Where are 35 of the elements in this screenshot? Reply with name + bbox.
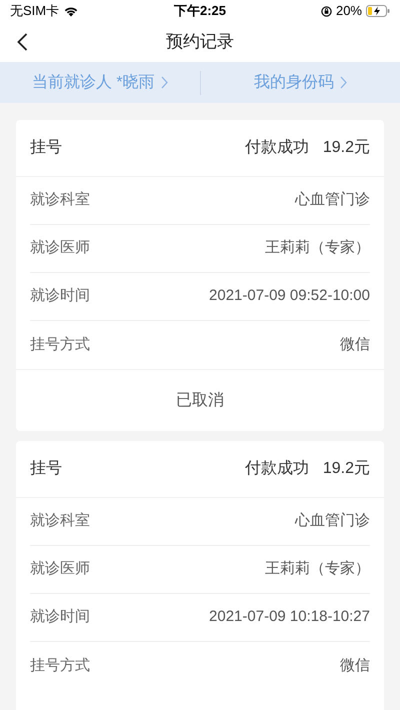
field-value: 心血管门诊: [295, 511, 370, 532]
field-label: 就诊科室: [30, 511, 90, 532]
field-label: 就诊时间: [30, 286, 90, 306]
field-label: 就诊科室: [30, 190, 90, 210]
battery-percent: 20%: [336, 2, 362, 20]
orientation-lock-icon: [320, 6, 332, 16]
field-label: 就诊时间: [30, 607, 90, 628]
field-label: 就诊医师: [30, 559, 90, 580]
field-value: 王莉莉（专家）: [265, 559, 370, 580]
wifi-icon: [63, 5, 80, 17]
battery-charging-icon: [366, 5, 390, 17]
payment-status: 付款成功: [244, 138, 309, 158]
field-label: 挂号方式: [30, 334, 90, 355]
field-value: 2021-07-09 10:18-10:27: [209, 607, 370, 628]
chevron-right-icon: [340, 76, 347, 89]
tab-link[interactable]: 当前就诊人 *晓雨: [0, 62, 200, 103]
amount-text: 19.2元: [322, 138, 370, 158]
field-label: 就诊医师: [30, 238, 90, 258]
field-value: 微信: [340, 656, 370, 676]
carrier-text: 无SIM卡: [10, 2, 60, 20]
chevron-right-icon: [160, 76, 168, 89]
field-value: 微信: [340, 334, 370, 355]
back-icon: [16, 33, 28, 51]
field-value: 心血管门诊: [295, 190, 370, 210]
record-type: 挂号: [30, 138, 62, 158]
field-value: 2021-07-09 09:52-10:00: [209, 286, 370, 306]
field-value: 王莉莉（专家）: [265, 238, 370, 258]
record-type: 挂号: [30, 459, 62, 479]
page-title: 预约记录: [166, 31, 234, 54]
tab-link[interactable]: 我的身份码: [200, 62, 400, 103]
amount-text: 19.2元: [322, 459, 370, 479]
field-label: 挂号方式: [30, 656, 90, 676]
payment-status: 付款成功: [244, 458, 309, 479]
status-time: 下午2:25: [174, 2, 226, 20]
order-status: 已取消: [176, 390, 224, 410]
